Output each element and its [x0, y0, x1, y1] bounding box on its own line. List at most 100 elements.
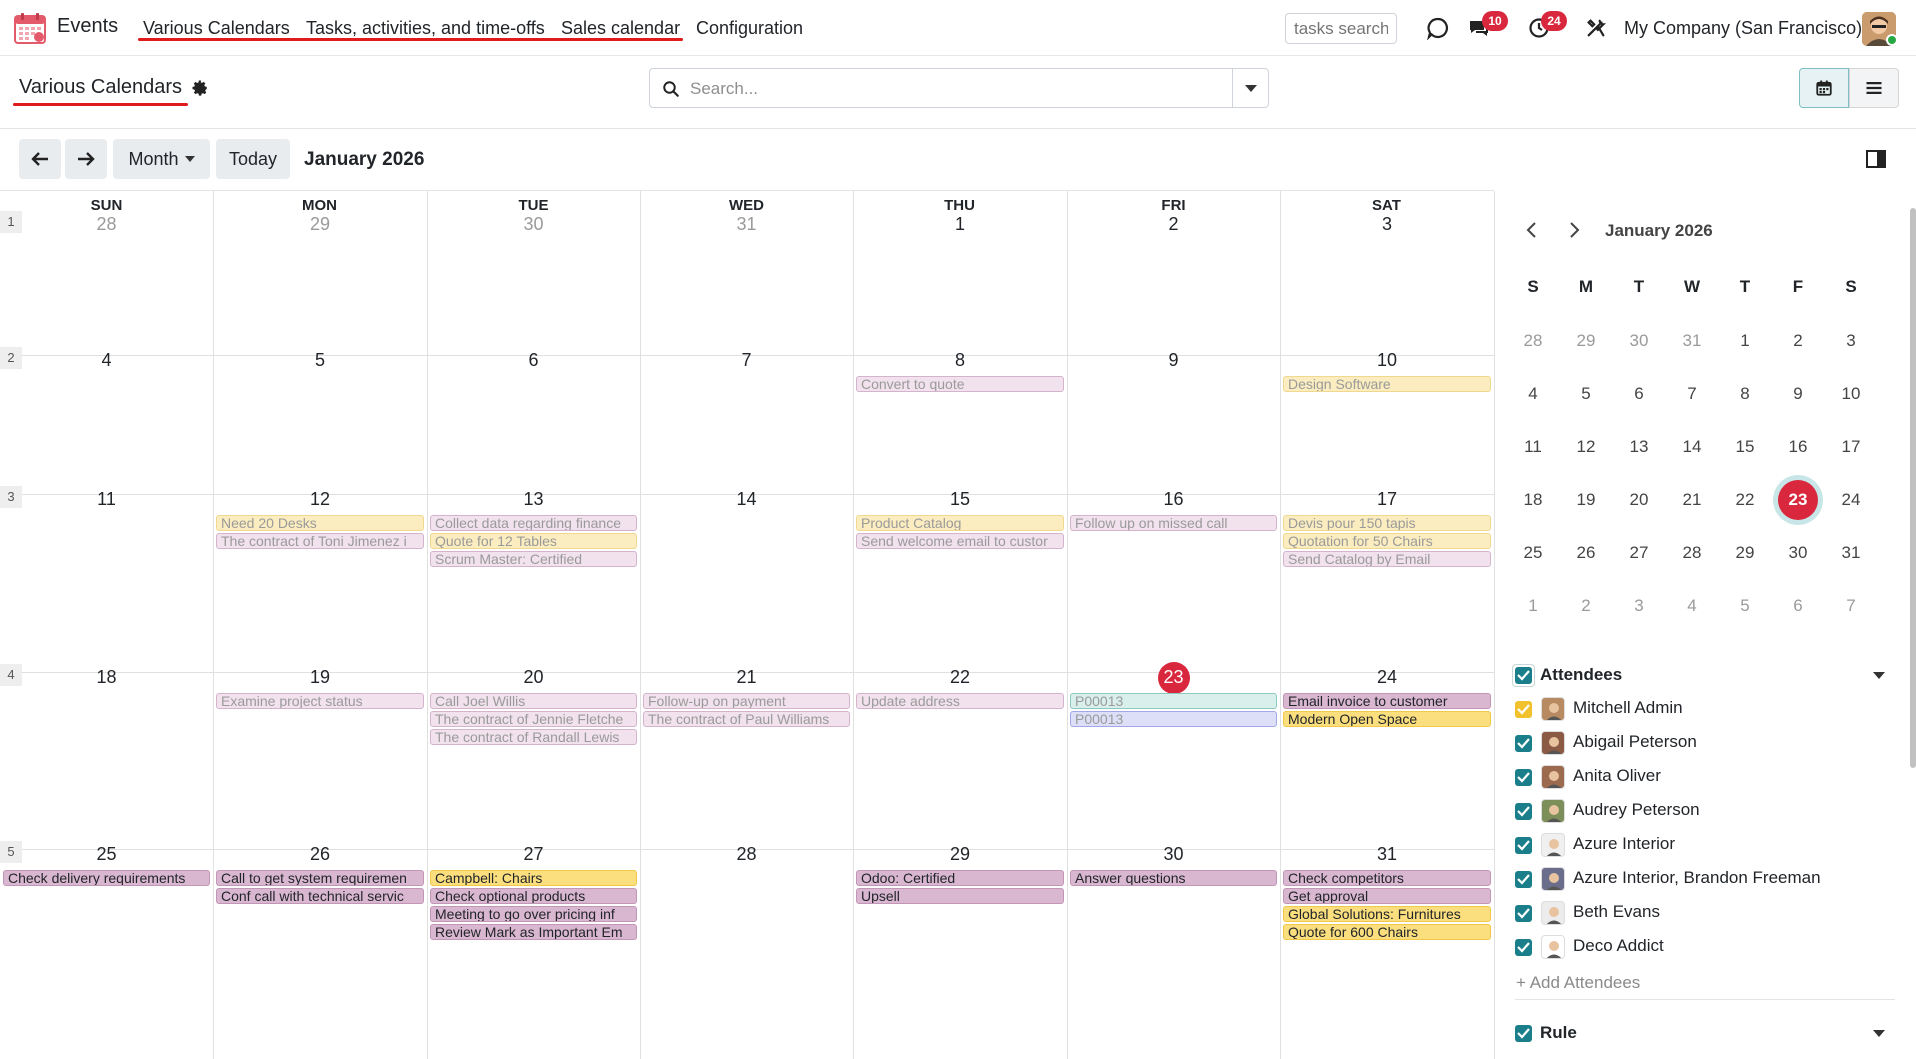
day-number[interactable]: 9	[1067, 350, 1280, 371]
calendar-event[interactable]: The contract of Paul Williams	[643, 711, 850, 727]
calendar-event[interactable]: Meeting to go over pricing inf	[430, 906, 637, 922]
search-input[interactable]	[690, 78, 1210, 100]
mini-calendar-next-icon[interactable]	[1567, 221, 1585, 239]
mini-calendar-day[interactable]: 2	[1566, 596, 1606, 616]
day-number[interactable]: 14	[640, 489, 853, 510]
calendar-event[interactable]: Odoo: Certified	[856, 870, 1064, 886]
day-number[interactable]: 5	[213, 350, 427, 371]
calendar-event[interactable]: Product Catalog	[856, 515, 1064, 531]
calendar-event[interactable]: Upsell	[856, 888, 1064, 904]
mini-calendar-day[interactable]: 13	[1619, 437, 1659, 457]
checkbox[interactable]	[1515, 837, 1532, 854]
calendar-event[interactable]: Scrum Master: Certified	[430, 551, 637, 567]
day-number[interactable]: 21	[640, 667, 853, 688]
calendar-event[interactable]: Conf call with technical servic	[216, 888, 424, 904]
day-number[interactable]: 24	[1280, 667, 1494, 688]
mini-calendar-day[interactable]: 9	[1778, 384, 1818, 404]
calendar-event[interactable]: Devis pour 150 tapis	[1283, 515, 1491, 531]
mini-calendar-day[interactable]: 5	[1566, 384, 1606, 404]
mini-calendar-day[interactable]: 1	[1725, 331, 1765, 351]
attendee-name[interactable]: Anita Oliver	[1573, 766, 1661, 786]
mini-calendar-day[interactable]: 6	[1778, 596, 1818, 616]
mini-calendar-day[interactable]: 12	[1566, 437, 1606, 457]
mini-calendar-day[interactable]: 29	[1725, 543, 1765, 563]
checkbox[interactable]	[1515, 803, 1532, 820]
day-number[interactable]: 26	[213, 844, 427, 865]
checkbox[interactable]	[1515, 939, 1532, 956]
calendar-event[interactable]: Check optional products	[430, 888, 637, 904]
mini-calendar-day[interactable]: 31	[1672, 331, 1712, 351]
mini-calendar-day[interactable]: 15	[1725, 437, 1765, 457]
calendar-event[interactable]: The contract of Jennie Fletche	[430, 711, 637, 727]
mini-calendar-day[interactable]: 11	[1513, 437, 1553, 457]
mini-calendar-day[interactable]: 20	[1619, 490, 1659, 510]
day-number[interactable]: 17	[1280, 489, 1494, 510]
calendar-event[interactable]: Examine project status	[216, 693, 424, 709]
day-number[interactable]: 7	[640, 350, 853, 371]
search-options-toggle[interactable]	[1232, 69, 1268, 107]
mini-calendar-day[interactable]: 18	[1513, 490, 1553, 510]
day-number[interactable]: 20	[427, 667, 640, 688]
day-number[interactable]: 31	[1280, 844, 1494, 865]
menu-various-calendars[interactable]: Various Calendars	[143, 18, 290, 39]
calendar-event[interactable]: Convert to quote	[856, 376, 1064, 392]
calendar-event[interactable]: The contract of Randall Lewis	[430, 729, 637, 745]
next-button[interactable]	[65, 139, 107, 179]
calendar-event[interactable]: Follow-up on payment	[643, 693, 850, 709]
checkbox[interactable]	[1515, 905, 1532, 922]
day-number[interactable]: 28	[0, 214, 213, 235]
calendar-event[interactable]: Campbell: Chairs	[430, 870, 637, 886]
calendar-event[interactable]: Check competitors	[1283, 870, 1491, 886]
checkbox[interactable]	[1515, 769, 1532, 786]
sidepanel-toggle-icon[interactable]	[1866, 150, 1886, 168]
day-number[interactable]: 28	[640, 844, 853, 865]
mini-calendar-day[interactable]: 5	[1725, 596, 1765, 616]
mini-calendar-day[interactable]: 19	[1566, 490, 1606, 510]
checkbox[interactable]	[1515, 871, 1532, 888]
calendar-app-icon[interactable]	[14, 12, 46, 44]
mini-calendar-day[interactable]: 21	[1672, 490, 1712, 510]
company-switcher[interactable]: My Company (San Francisco)	[1624, 18, 1862, 39]
day-number[interactable]: 29	[213, 214, 427, 235]
day-number[interactable]: 16	[1067, 489, 1280, 510]
previous-button[interactable]	[19, 139, 61, 179]
day-number[interactable]: 29	[853, 844, 1067, 865]
calendar-event[interactable]: Call Joel Willis	[430, 693, 637, 709]
calendar-event[interactable]: Follow up on missed call	[1070, 515, 1277, 531]
day-number[interactable]: 30	[427, 214, 640, 235]
day-number[interactable]: 2	[1067, 214, 1280, 235]
day-number[interactable]: 1	[853, 214, 1067, 235]
attendee-name[interactable]: Azure Interior, Brandon Freeman	[1573, 868, 1821, 888]
calendar-event[interactable]: Answer questions	[1070, 870, 1277, 886]
checkbox[interactable]	[1515, 701, 1532, 718]
mini-calendar-day[interactable]: 17	[1831, 437, 1871, 457]
day-number[interactable]: 3	[1280, 214, 1494, 235]
mini-calendar-day[interactable]: 1	[1513, 596, 1553, 616]
day-number[interactable]: 19	[213, 667, 427, 688]
calendar-event[interactable]: Need 20 Desks	[216, 515, 424, 531]
calendar-event[interactable]: Get approval	[1283, 888, 1491, 904]
day-number[interactable]: 30	[1067, 844, 1280, 865]
calendar-event[interactable]: Quote for 12 Tables	[430, 533, 637, 549]
attendee-name[interactable]: Mitchell Admin	[1573, 698, 1683, 718]
rule-collapse-caret[interactable]	[1873, 1030, 1885, 1037]
day-number[interactable]: 31	[640, 214, 853, 235]
mini-calendar-day[interactable]: 27	[1619, 543, 1659, 563]
day-number[interactable]: 27	[427, 844, 640, 865]
mini-calendar-day[interactable]: 6	[1619, 384, 1659, 404]
page-title[interactable]: Various Calendars	[19, 76, 182, 99]
calendar-event[interactable]: Review Mark as Important Em	[430, 924, 637, 940]
mini-calendar-day[interactable]: 28	[1672, 543, 1712, 563]
attendee-name[interactable]: Audrey Peterson	[1573, 800, 1700, 820]
menu-tasks-activities[interactable]: Tasks, activities, and time-offs	[306, 18, 545, 39]
checkbox[interactable]	[1515, 1025, 1532, 1042]
mini-calendar-day[interactable]: 23	[1778, 490, 1818, 510]
menu-configuration[interactable]: Configuration	[696, 18, 803, 39]
mini-calendar-day[interactable]: 25	[1513, 543, 1553, 563]
calendar-event[interactable]: P00013	[1070, 711, 1277, 727]
mini-calendar-day[interactable]: 30	[1619, 331, 1659, 351]
app-name[interactable]: Events	[57, 15, 118, 38]
tasks-search-input[interactable]	[1285, 13, 1397, 44]
mini-calendar-day[interactable]: 28	[1513, 331, 1553, 351]
mini-calendar-day[interactable]: 3	[1831, 331, 1871, 351]
